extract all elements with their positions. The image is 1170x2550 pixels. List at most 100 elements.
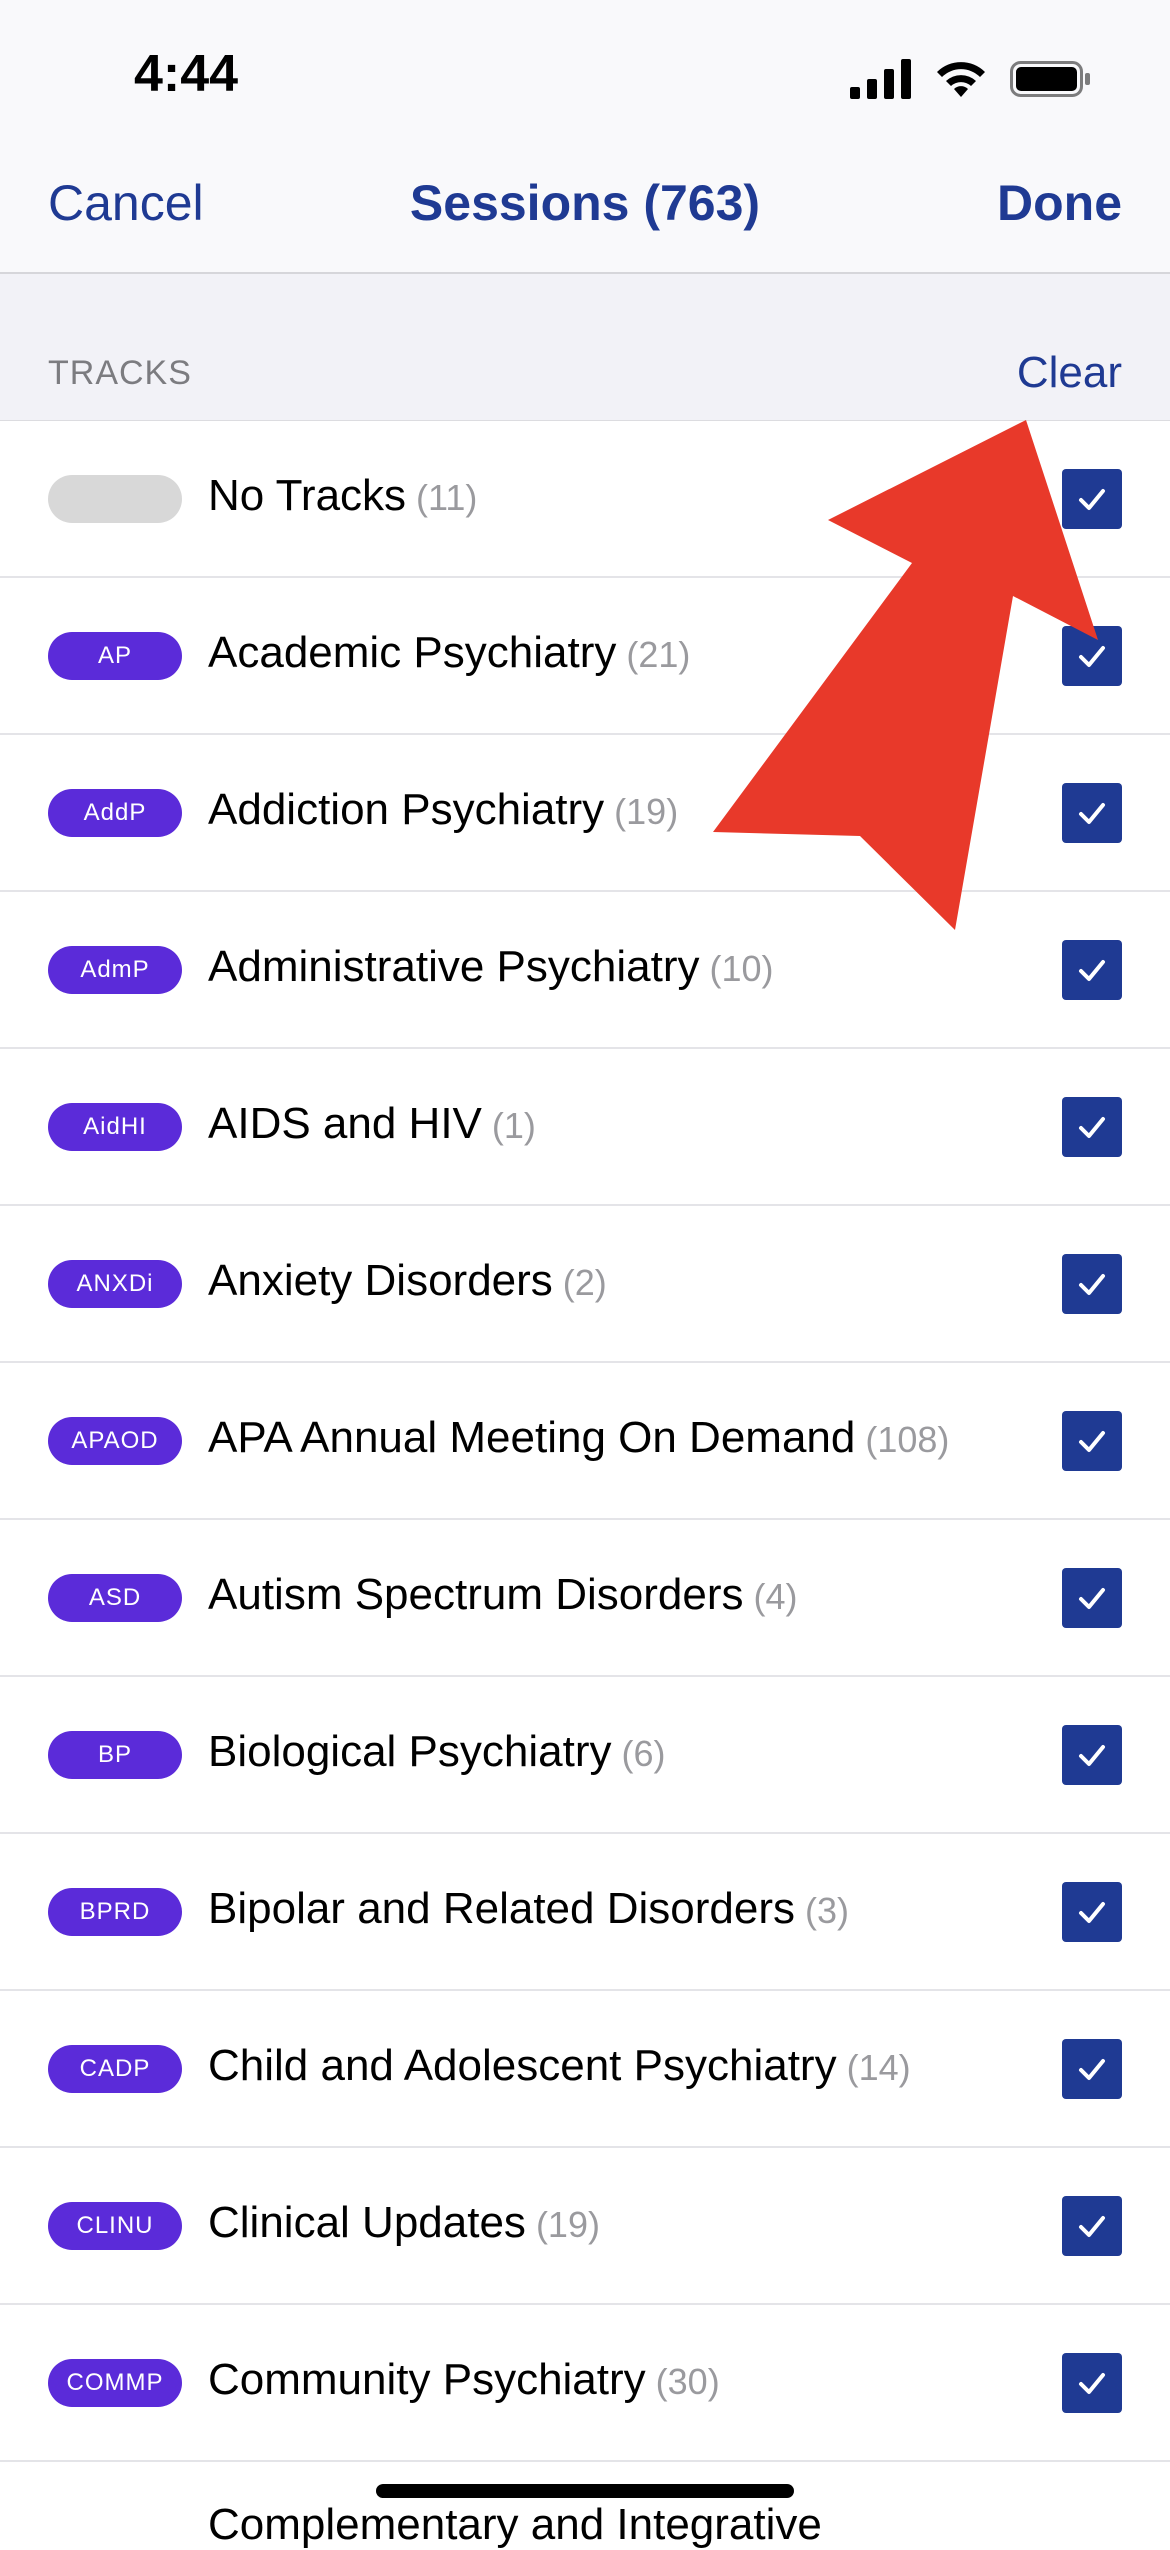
track-row[interactable]: AP Academic Psychiatry (21) — [0, 578, 1170, 735]
track-count: (30) — [655, 2361, 720, 2402]
track-name: Administrative Psychiatry — [208, 942, 700, 991]
home-indicator — [376, 2484, 794, 2498]
track-pill — [48, 475, 182, 523]
track-name: Academic Psychiatry — [208, 628, 617, 677]
track-row[interactable]: AdmP Administrative Psychiatry (10) — [0, 892, 1170, 1049]
status-bar: 4:44 — [0, 0, 1170, 150]
checkbox-checked[interactable] — [1062, 1568, 1122, 1628]
track-label: Autism Spectrum Disorders (4) — [208, 1570, 797, 1620]
track-label: Administrative Psychiatry (10) — [208, 942, 774, 992]
track-row[interactable]: AddP Addiction Psychiatry (19) — [0, 735, 1170, 892]
checkbox-checked[interactable] — [1062, 1411, 1122, 1471]
checkbox-checked[interactable] — [1062, 783, 1122, 843]
track-count: (19) — [535, 2204, 600, 2245]
track-label: APA Annual Meeting On Demand (108) — [208, 1413, 949, 1463]
track-row[interactable]: APAOD APA Annual Meeting On Demand (108) — [0, 1363, 1170, 1520]
checkmark-icon — [1079, 2373, 1105, 2394]
checkbox-checked[interactable] — [1062, 1254, 1122, 1314]
track-pill: ASD — [48, 1574, 182, 1622]
track-label: Bipolar and Related Disorders (3) — [208, 1884, 849, 1934]
done-button[interactable]: Done — [997, 174, 1122, 232]
track-row[interactable]: BP Biological Psychiatry (6) — [0, 1677, 1170, 1834]
track-count: (19) — [614, 791, 679, 832]
track-count: (21) — [626, 634, 691, 675]
track-count: (14) — [846, 2047, 911, 2088]
track-name: Biological Psychiatry — [208, 1727, 612, 1776]
track-label: Anxiety Disorders (2) — [208, 1256, 607, 1306]
track-row[interactable]: CLINU Clinical Updates (19) — [0, 2148, 1170, 2305]
track-name: AIDS and HIV — [208, 1099, 482, 1148]
track-name: Autism Spectrum Disorders — [208, 1570, 744, 1619]
checkmark-icon — [1079, 1431, 1105, 1452]
track-label: Biological Psychiatry (6) — [208, 1727, 666, 1777]
section-title: TRACKS — [48, 354, 192, 392]
checkmark-icon — [1079, 2216, 1105, 2237]
track-row[interactable]: COMMP Community Psychiatry (30) — [0, 2305, 1170, 2462]
track-label: Academic Psychiatry (21) — [208, 628, 690, 678]
checkmark-icon — [1079, 1902, 1105, 1923]
track-count: (6) — [621, 1733, 666, 1774]
navigation-bar: Cancel Sessions (763) Done — [0, 150, 1170, 274]
track-name: Bipolar and Related Disorders — [208, 1884, 795, 1933]
track-pill: AidHI — [48, 1103, 182, 1151]
track-count: (2) — [562, 1262, 607, 1303]
track-row[interactable]: CADP Child and Adolescent Psychiatry (14) — [0, 1991, 1170, 2148]
checkmark-icon — [1079, 803, 1105, 824]
track-pill: AP — [48, 632, 182, 680]
checkbox-checked[interactable] — [1062, 469, 1122, 529]
track-pill: COMMP — [48, 2359, 182, 2407]
track-name: Addiction Psychiatry — [208, 785, 605, 834]
wifi-icon — [937, 62, 985, 97]
track-pill: AddP — [48, 789, 182, 837]
checkbox-checked[interactable] — [1062, 1882, 1122, 1942]
track-label: Addiction Psychiatry (19) — [208, 785, 678, 835]
checkbox-checked[interactable] — [1062, 2039, 1122, 2099]
checkmark-icon — [1079, 646, 1105, 667]
track-pill: CLINU — [48, 2202, 182, 2250]
track-count: (11) — [416, 477, 478, 518]
track-row[interactable]: ANXDi Anxiety Disorders (2) — [0, 1206, 1170, 1363]
track-pill: APAOD — [48, 1417, 182, 1465]
track-count: (10) — [709, 948, 774, 989]
checkbox-checked[interactable] — [1062, 940, 1122, 1000]
tracks-list: No Tracks (11) AP Academic Psychiatry (21)… — [0, 421, 1170, 2462]
track-pill: CADP — [48, 2045, 182, 2093]
checkmark-icon — [1079, 1274, 1105, 1295]
status-time: 4:44 — [134, 45, 239, 103]
checkmark-icon — [1079, 1745, 1105, 1766]
track-name: No Tracks — [208, 471, 407, 520]
checkmark-icon — [1079, 2059, 1105, 2080]
track-pill: BPRD — [48, 1888, 182, 1936]
checkmark-icon — [1079, 960, 1105, 981]
track-row[interactable]: AidHI AIDS and HIV (1) — [0, 1049, 1170, 1206]
track-row[interactable]: BPRD Bipolar and Related Disorders (3) — [0, 1834, 1170, 1991]
track-name: Clinical Updates — [208, 2198, 526, 2247]
checkbox-checked[interactable] — [1062, 626, 1122, 686]
track-name: Community Psychiatry — [208, 2355, 646, 2404]
track-count: (1) — [491, 1105, 536, 1146]
track-count: (108) — [865, 1419, 950, 1460]
track-name: Child and Adolescent Psychiatry — [208, 2041, 837, 2090]
checkbox-checked[interactable] — [1062, 2353, 1122, 2413]
track-label: Clinical Updates (19) — [208, 2198, 600, 2248]
track-label: AIDS and HIV (1) — [208, 1099, 536, 1149]
checkbox-checked[interactable] — [1062, 2196, 1122, 2256]
battery-icon — [1010, 61, 1090, 97]
status-icons — [850, 54, 1092, 104]
checkbox-checked[interactable] — [1062, 1725, 1122, 1785]
track-row[interactable]: ASD Autism Spectrum Disorders (4) — [0, 1520, 1170, 1677]
track-name: Anxiety Disorders — [208, 1256, 553, 1305]
cellular-signal-icon — [850, 59, 911, 99]
checkmark-icon — [1079, 1117, 1105, 1138]
track-label: Child and Adolescent Psychiatry (14) — [208, 2041, 911, 2091]
track-label: Community Psychiatry (30) — [208, 2355, 720, 2405]
checkbox-checked[interactable] — [1062, 1097, 1122, 1157]
track-name: APA Annual Meeting On Demand — [208, 1413, 856, 1462]
track-pill: AdmP — [48, 946, 182, 994]
track-row-partial[interactable]: Complementary and Integrative — [208, 2500, 822, 2550]
clear-button[interactable]: Clear — [1017, 348, 1122, 398]
track-row-no-tracks[interactable]: No Tracks (11) — [0, 421, 1170, 578]
track-count: (3) — [804, 1890, 849, 1931]
track-pill: ANXDi — [48, 1260, 182, 1308]
tracks-section-header: TRACKS Clear — [0, 274, 1170, 422]
